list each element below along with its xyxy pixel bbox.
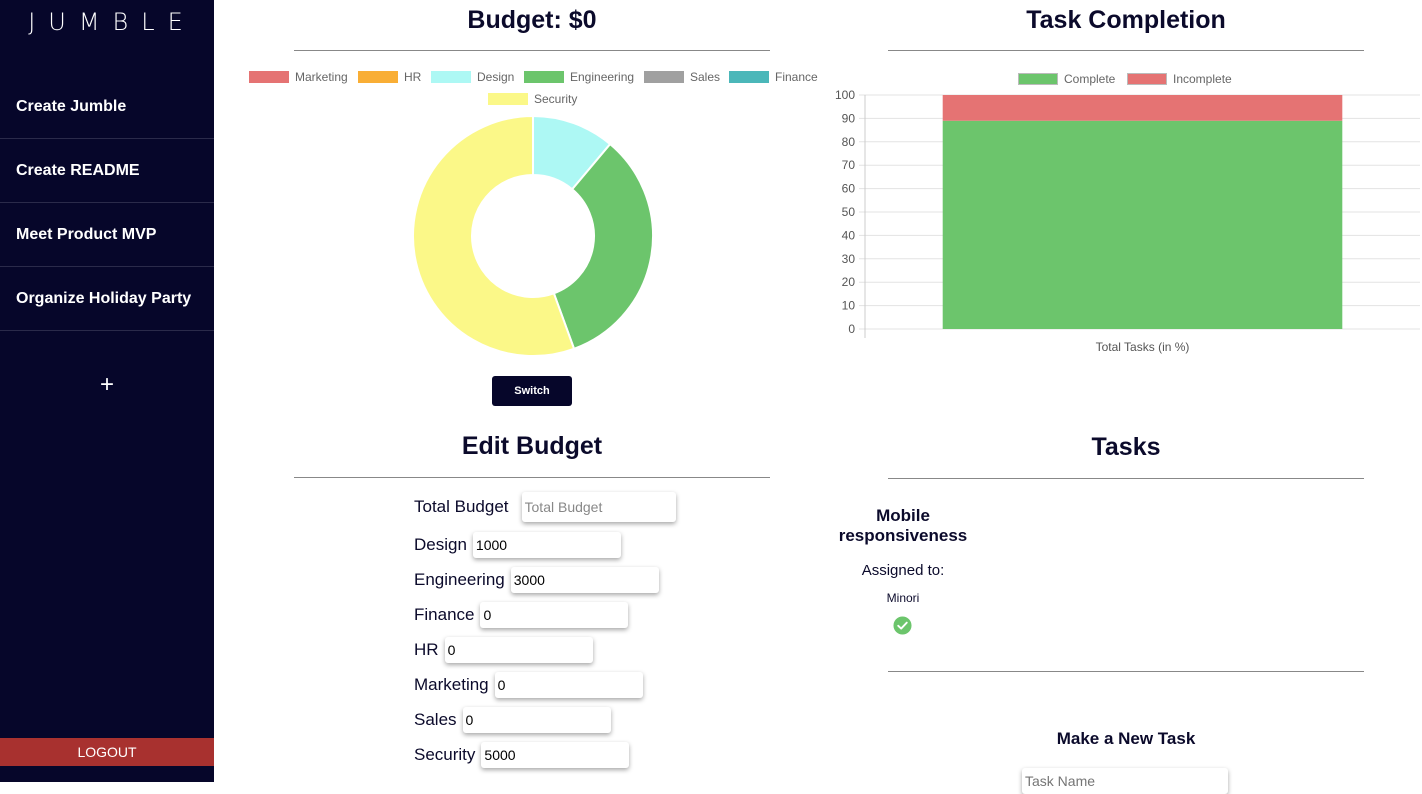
- legend-label: Marketing: [295, 70, 348, 84]
- legend-item-hr[interactable]: HR: [358, 70, 421, 84]
- legend-label: Security: [534, 92, 578, 106]
- sidebar: JUMBLE Create Jumble Create README Meet …: [0, 0, 214, 782]
- legend-swatch: [524, 71, 564, 83]
- legend-item-design[interactable]: Design: [431, 70, 514, 84]
- total-budget-input[interactable]: [521, 492, 676, 522]
- tasks-bottom-divider: [888, 671, 1364, 672]
- y-tick-label: 100: [835, 88, 855, 102]
- legend-label: Incomplete: [1173, 72, 1232, 86]
- assigned-to-label: Assigned to:: [861, 562, 945, 579]
- task-name: Mobile responsiveness: [838, 506, 968, 545]
- budget-field-sales: Sales: [414, 707, 611, 733]
- y-tick-label: 10: [842, 299, 856, 313]
- bar-segment-incomplete[interactable]: [942, 95, 1343, 121]
- finance-budget-input[interactable]: [480, 602, 629, 628]
- y-tick-label: 60: [842, 182, 856, 196]
- x-tick-label: Total Tasks (in %): [1096, 340, 1190, 354]
- design-budget-input[interactable]: [472, 532, 621, 558]
- budget-field-engineering: Engineering: [414, 567, 659, 593]
- budget-doughnut-chart[interactable]: [410, 113, 656, 359]
- legend-label: HR: [404, 70, 422, 84]
- legend-swatch: [488, 93, 528, 105]
- budget-field-finance: Finance: [414, 602, 629, 628]
- task-completion-title: Task Completion: [1026, 6, 1226, 34]
- y-tick-label: 20: [842, 275, 856, 289]
- budget-title: Budget: $0: [467, 6, 597, 34]
- budget-field-marketing: Marketing: [414, 672, 643, 698]
- y-tick-label: 40: [842, 228, 856, 242]
- y-tick-label: 80: [842, 135, 856, 149]
- add-project-button[interactable]: +: [0, 370, 214, 400]
- logout-button[interactable]: LOGOUT: [0, 738, 214, 766]
- legend-item-sales[interactable]: Sales: [644, 70, 720, 84]
- legend-label: Complete: [1064, 72, 1116, 86]
- legend-label: Design: [477, 70, 515, 84]
- sidebar-item-create-readme[interactable]: Create README: [0, 139, 214, 203]
- budget-field-design: Design: [414, 532, 621, 558]
- check-circle-icon[interactable]: [893, 616, 912, 635]
- edit-budget-title: Edit Budget: [461, 432, 603, 460]
- budget-field-hr: HR: [414, 637, 593, 663]
- legend-label: Sales: [690, 70, 721, 84]
- bar-segment-complete[interactable]: [942, 120, 1343, 329]
- y-tick-label: 50: [842, 205, 856, 219]
- y-tick-label: 90: [842, 111, 856, 125]
- legend-item-finance[interactable]: Finance: [729, 70, 818, 84]
- task-completion-divider: [888, 50, 1364, 51]
- legend-label: Finance: [775, 70, 818, 84]
- legend-swatch: [431, 71, 471, 83]
- tasks-title: Tasks: [1091, 433, 1161, 461]
- total-budget-row: Total Budget: [414, 492, 676, 522]
- sidebar-item-create-jumble[interactable]: Create Jumble: [0, 76, 214, 139]
- security-budget-input[interactable]: [481, 742, 630, 768]
- budget-field-label: Marketing: [414, 675, 489, 694]
- task-completion-bar-chart: 0 10 20 30 40 50 60 70 80 90 100 Total Tasks (in %): [835, 88, 1420, 354]
- legend-swatch: [249, 71, 289, 83]
- budget-field-label: Engineering: [414, 570, 505, 589]
- budget-field-label: Sales: [414, 710, 457, 729]
- new-task-title: Make a New Task: [1056, 729, 1196, 748]
- legend-item-complete[interactable]: Complete: [1018, 72, 1115, 86]
- app-logo[interactable]: JUMBLE: [0, 8, 214, 36]
- budget-divider: [294, 50, 770, 51]
- edit-budget-divider: [294, 477, 770, 478]
- sidebar-item-organize-holiday-party[interactable]: Organize Holiday Party: [0, 267, 214, 331]
- legend-item-marketing[interactable]: Marketing: [249, 70, 348, 84]
- legend-item-incomplete[interactable]: Incomplete: [1127, 72, 1232, 86]
- y-tick-label: 0: [848, 322, 855, 336]
- budget-field-label: Finance: [414, 605, 475, 624]
- budget-field-security: Security: [414, 742, 630, 768]
- legend-swatch: [1127, 73, 1167, 85]
- legend-label: Engineering: [570, 70, 635, 84]
- sidebar-item-meet-product-mvp[interactable]: Meet Product MVP: [0, 203, 214, 267]
- tasks-divider: [888, 478, 1364, 479]
- budget-field-label: HR: [414, 640, 439, 659]
- legend-swatch: [1018, 73, 1058, 85]
- legend-item-security[interactable]: Security: [488, 92, 577, 106]
- hr-budget-input[interactable]: [444, 637, 593, 663]
- sales-budget-input[interactable]: [462, 707, 611, 733]
- switch-button[interactable]: Switch: [492, 376, 572, 406]
- assignee-name: Minori: [886, 591, 920, 605]
- legend-swatch: [358, 71, 398, 83]
- budget-field-label: Design: [414, 535, 467, 554]
- project-list: Create Jumble Create README Meet Product…: [0, 76, 214, 331]
- task-name-input[interactable]: [1022, 768, 1228, 794]
- y-tick-label: 30: [842, 252, 856, 266]
- legend-swatch: [644, 71, 684, 83]
- y-tick-label: 70: [842, 158, 856, 172]
- legend-swatch: [729, 71, 769, 83]
- legend-item-engineering[interactable]: Engineering: [524, 70, 634, 84]
- marketing-budget-input[interactable]: [494, 672, 643, 698]
- budget-field-label: Security: [414, 745, 476, 764]
- total-budget-label: Total Budget: [414, 497, 509, 516]
- engineering-budget-input[interactable]: [510, 567, 659, 593]
